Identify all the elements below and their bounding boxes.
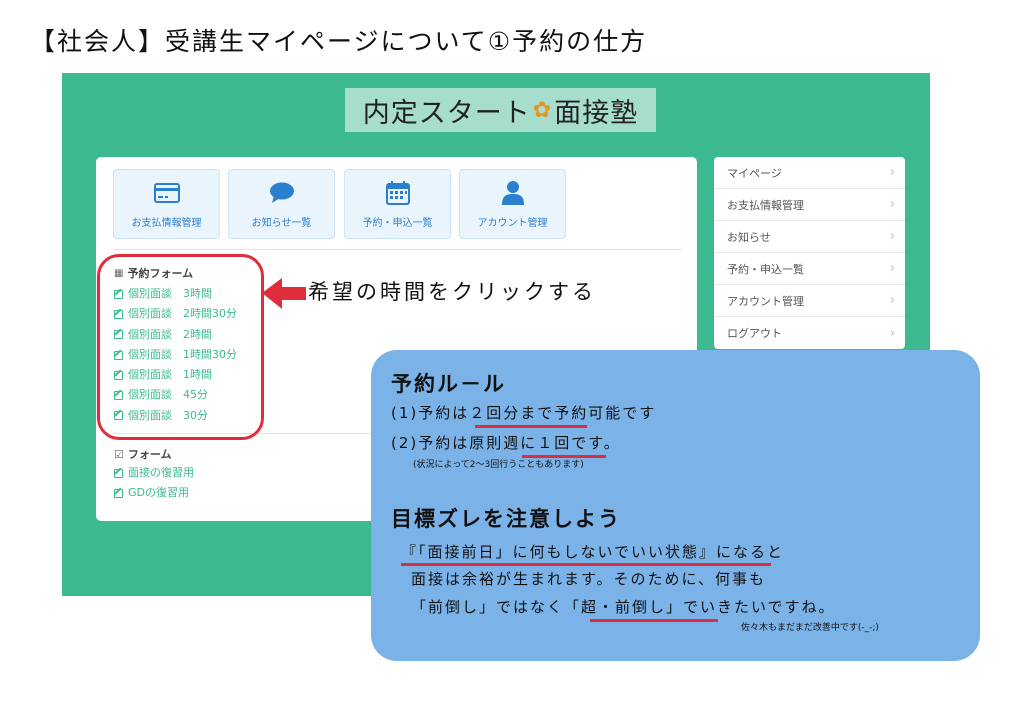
- form-link[interactable]: GDの復習用: [114, 483, 194, 503]
- checkbox-icon: ☑: [114, 447, 124, 461]
- sidebar-item-logout[interactable]: ログアウト ›: [714, 317, 905, 349]
- chevron-right-icon: ›: [889, 261, 895, 276]
- goal-line-2: 面接は余裕が生まれます。そのために、何事も: [411, 570, 767, 588]
- calendar-icon: [385, 180, 410, 206]
- chevron-right-icon: ›: [889, 229, 895, 244]
- rules-heading: 予約ル－ル: [391, 372, 506, 396]
- speech-bubble-icon: [269, 180, 295, 206]
- highlight-oval: [97, 254, 264, 440]
- tile-label: 予約・申込一覧: [362, 217, 433, 229]
- goal-line-3: 「前倒し」ではなく「超・前倒し」でいきたいですね。: [411, 598, 836, 616]
- logo-text-left: 内定スタート: [362, 97, 531, 129]
- rule-note: (状況によって2～3回行うこともあります): [413, 460, 584, 470]
- edit-icon: [114, 488, 123, 498]
- sidebar-item-reservations[interactable]: 予約・申込一覧 ›: [714, 253, 905, 285]
- tile-label: アカウント管理: [477, 217, 548, 229]
- sidebar-item-account[interactable]: アカウント管理 ›: [714, 285, 905, 317]
- logo-text-right: 面接塾: [554, 97, 639, 129]
- chevron-right-icon: ›: [889, 293, 895, 308]
- chevron-right-icon: ›: [889, 165, 895, 180]
- tile-label: お支払情報管理: [131, 217, 202, 229]
- form-link[interactable]: 面接の復習用: [114, 463, 194, 483]
- sidebar-item-notices[interactable]: お知らせ ›: [714, 221, 905, 253]
- instruction-text: 希望の時間をクリックする: [308, 280, 596, 304]
- credit-card-icon: [153, 180, 180, 206]
- tile-payment[interactable]: お支払情報管理: [113, 169, 220, 239]
- form-section-heading: ☑ フォーム: [114, 447, 172, 462]
- signature-note: 佐々木もまだまだ改善中です(-_-;): [741, 623, 879, 633]
- chevron-right-icon: ›: [889, 325, 895, 341]
- goal-line-1: 『「面接前日」に何もしないでいい状態』になると: [401, 543, 785, 561]
- user-icon: [501, 180, 524, 206]
- edit-icon: [114, 468, 123, 478]
- sidebar-item-mypage[interactable]: マイページ ›: [714, 157, 905, 189]
- sidebar-nav: マイページ › お支払情報管理 › お知らせ › 予約・申込一覧 › アカウント管理 › …: [714, 157, 905, 349]
- sidebar-item-payment[interactable]: お支払情報管理 ›: [714, 189, 905, 221]
- form-section-list: 面接の復習用 GDの復習用: [114, 463, 194, 504]
- underline: [475, 425, 587, 428]
- site-logo[interactable]: 内定スタート ✿ 面接塾: [345, 88, 656, 132]
- rules-callout: 予約ル－ル (1)予約は２回分まで予約可能です (2)予約は原則週に１回です。 …: [371, 350, 980, 661]
- chevron-right-icon: ›: [889, 197, 895, 212]
- page-title: 【社会人】受講生マイページについて①予約の仕方: [30, 27, 648, 56]
- tile-label: お知らせ一覧: [251, 217, 312, 229]
- underline: [401, 563, 771, 566]
- rule-line-2: (2)予約は原則週に１回です。: [391, 434, 621, 452]
- tile-account[interactable]: アカウント管理: [459, 169, 566, 239]
- tile-notices[interactable]: お知らせ一覧: [228, 169, 335, 239]
- goal-heading: 目標ズレを注意しよう: [391, 507, 621, 531]
- arrow-left-icon: [262, 278, 306, 309]
- underline: [590, 619, 718, 622]
- tile-reservations[interactable]: 予約・申込一覧: [344, 169, 451, 239]
- rule-line-1: (1)予約は２回分まで予約可能です: [391, 404, 657, 422]
- divider: [113, 249, 681, 250]
- flower-icon: ✿: [532, 97, 553, 123]
